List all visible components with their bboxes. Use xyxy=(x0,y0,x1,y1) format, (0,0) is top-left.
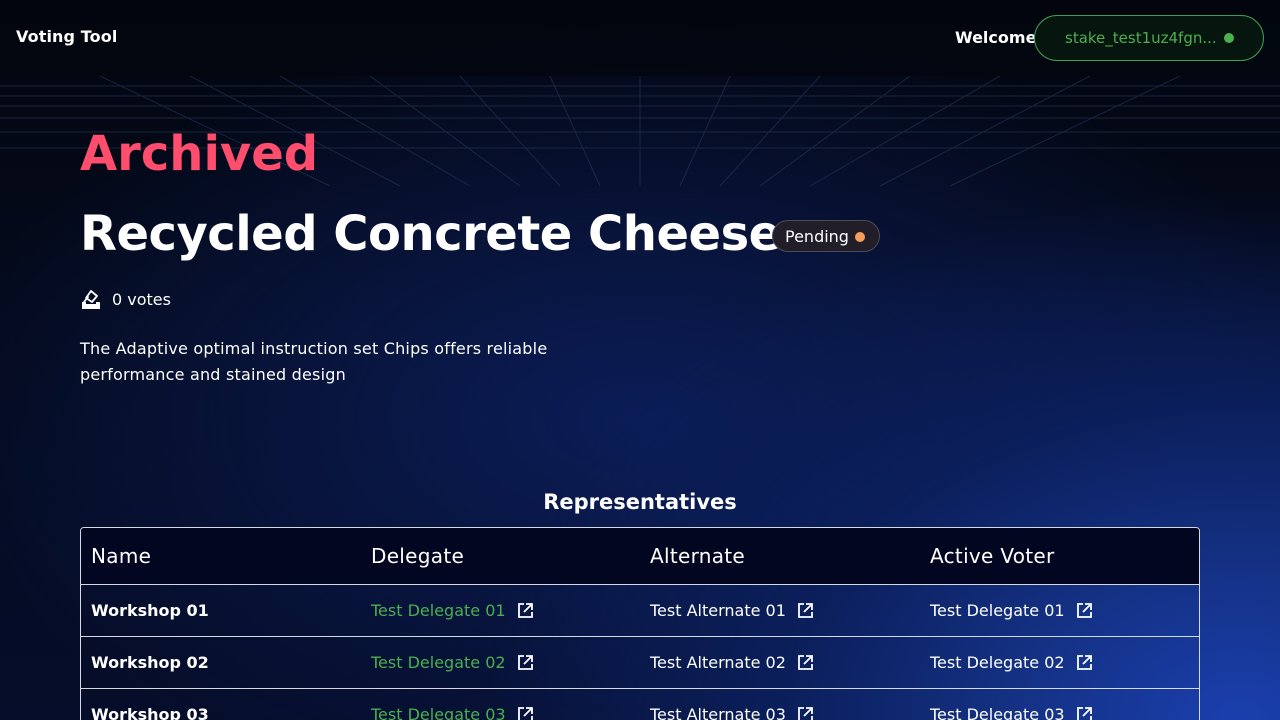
delegate-cell: Test Delegate 01 xyxy=(361,601,640,620)
column-header-active-voter: Active Voter xyxy=(930,544,1055,568)
vote-count-label: 0 votes xyxy=(112,289,171,309)
external-link-icon[interactable] xyxy=(796,602,814,620)
column-header-alternate: Alternate xyxy=(650,544,746,568)
wallet-address: stake_test1uz4fgn... xyxy=(1065,29,1217,47)
alternate-link[interactable]: Test Alternate 03 xyxy=(650,705,786,720)
external-link-icon[interactable] xyxy=(1075,654,1093,672)
delegate-cell: Test Delegate 03 xyxy=(361,705,640,720)
delegate-cell: Test Delegate 02 xyxy=(361,653,640,672)
table-header-row: Name Delegate Alternate Active Voter xyxy=(81,528,1199,584)
table-row: Workshop 03 Test Delegate 03 Test Altern… xyxy=(81,688,1199,720)
external-link-icon[interactable] xyxy=(796,654,814,672)
representatives-heading: Representatives xyxy=(543,490,737,514)
top-bar: Voting Tool Welcome stake_test1uz4fgn... xyxy=(0,0,1280,76)
delegate-link[interactable]: Test Delegate 01 xyxy=(371,601,506,620)
ballot-box-icon xyxy=(80,288,102,310)
wallet-button[interactable]: stake_test1uz4fgn... xyxy=(1034,15,1264,61)
connected-dot-icon xyxy=(1224,33,1234,43)
external-link-icon[interactable] xyxy=(516,654,534,672)
external-link-icon[interactable] xyxy=(516,602,534,620)
delegate-link[interactable]: Test Delegate 03 xyxy=(371,705,506,720)
active-voter-cell: Test Delegate 02 xyxy=(920,653,1199,672)
pending-dot-icon xyxy=(855,232,865,242)
active-voter-cell: Test Delegate 03 xyxy=(920,705,1199,720)
active-voter-link[interactable]: Test Delegate 02 xyxy=(930,653,1065,672)
external-link-icon[interactable] xyxy=(1075,706,1093,720)
alternate-link[interactable]: Test Alternate 02 xyxy=(650,653,786,672)
proposal-description: The Adaptive optimal instruction set Chi… xyxy=(80,339,548,384)
external-link-icon[interactable] xyxy=(796,706,814,720)
external-link-icon[interactable] xyxy=(1075,602,1093,620)
status-badge: Pending xyxy=(772,220,880,252)
status-badge-label: Pending xyxy=(785,226,849,246)
status-heading: Archived xyxy=(80,126,319,182)
workshop-name: Workshop 01 xyxy=(91,601,209,620)
representatives-table: Name Delegate Alternate Active Voter Wor… xyxy=(80,527,1200,720)
active-voter-link[interactable]: Test Delegate 01 xyxy=(930,601,1065,620)
workshop-name: Workshop 02 xyxy=(91,653,209,672)
column-header-delegate: Delegate xyxy=(371,544,465,568)
delegate-link[interactable]: Test Delegate 02 xyxy=(371,653,506,672)
alternate-cell: Test Alternate 01 xyxy=(640,601,920,620)
table-row: Workshop 02 Test Delegate 02 Test Altern… xyxy=(81,636,1199,688)
alternate-cell: Test Alternate 03 xyxy=(640,705,920,720)
active-voter-cell: Test Delegate 01 xyxy=(920,601,1199,620)
workshop-name: Workshop 03 xyxy=(91,705,209,720)
app-brand[interactable]: Voting Tool xyxy=(16,27,117,46)
vote-count: 0 votes xyxy=(80,288,171,310)
active-voter-link[interactable]: Test Delegate 03 xyxy=(930,705,1065,720)
alternate-cell: Test Alternate 02 xyxy=(640,653,920,672)
proposal-title: Recycled Concrete Cheese xyxy=(80,206,781,262)
column-header-name: Name xyxy=(91,544,152,568)
alternate-link[interactable]: Test Alternate 01 xyxy=(650,601,786,620)
table-row: Workshop 01 Test Delegate 01 Test Altern… xyxy=(81,584,1199,636)
welcome-label: Welcome xyxy=(955,28,1037,47)
external-link-icon[interactable] xyxy=(516,706,534,720)
